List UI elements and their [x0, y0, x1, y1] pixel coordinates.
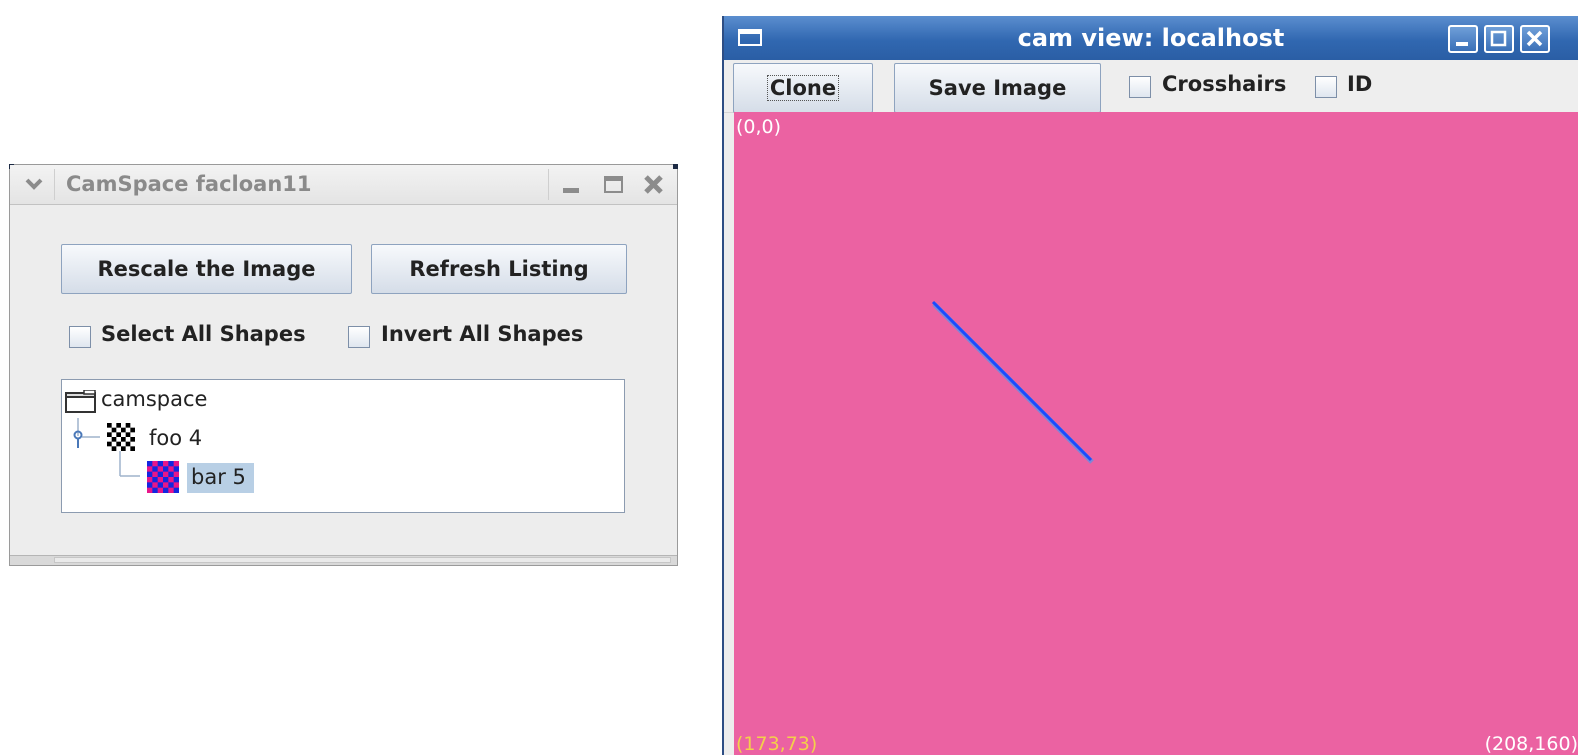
id-checkbox[interactable] — [1315, 76, 1337, 98]
close-icon[interactable] — [640, 172, 668, 198]
title-separator — [548, 169, 549, 200]
scrollbar-thumb[interactable] — [54, 557, 671, 563]
camspace-window: CamSpace facloan11 Rescale the Image Ref… — [9, 164, 678, 566]
clone-button[interactable]: Clone — [733, 63, 873, 113]
checker-black-icon — [107, 423, 135, 451]
camview-toolbar: Clone Save Image — [724, 60, 1578, 113]
title-separator — [54, 169, 55, 200]
camera-view-canvas[interactable]: (0,0) (173,73) (208,160) — [734, 112, 1578, 755]
select-all-shapes-checkbox[interactable] — [69, 326, 91, 348]
camview-window: cam view: localhost Clone Save Image Cro… — [722, 16, 1578, 755]
invert-all-shapes-checkbox[interactable] — [348, 326, 370, 348]
select-all-shapes-label: Select All Shapes — [101, 322, 306, 346]
horizontal-scrollbar[interactable] — [10, 555, 677, 565]
close-icon[interactable] — [1520, 25, 1550, 53]
invert-all-shapes-label: Invert All Shapes — [381, 322, 584, 346]
window-menu-chevron-icon[interactable] — [20, 173, 48, 195]
folder-icon — [65, 390, 96, 413]
coord-bottom-left: (173,73) — [736, 733, 818, 755]
coord-bottom-right: (208,160) — [1484, 733, 1578, 755]
shape-line — [931, 300, 1093, 462]
tree-node-camspace[interactable]: camspace — [101, 387, 207, 411]
tree-node-bar-selected[interactable]: bar 5 — [187, 463, 254, 493]
minimize-icon[interactable] — [558, 172, 586, 198]
tree-expander-icon[interactable] — [68, 425, 92, 449]
checker-red-blue-icon — [147, 461, 179, 493]
rescale-image-button[interactable]: Rescale the Image — [61, 244, 352, 294]
minimize-icon[interactable] — [1448, 25, 1478, 53]
camspace-title: CamSpace facloan11 — [66, 172, 312, 196]
camera-drawing — [931, 300, 1094, 464]
crosshairs-checkbox[interactable] — [1129, 76, 1151, 98]
shape-tree[interactable]: camspace foo 4 bar 5 — [61, 379, 625, 513]
clone-button-label: Clone — [766, 75, 840, 101]
save-image-button[interactable]: Save Image — [894, 63, 1101, 113]
refresh-listing-button[interactable]: Refresh Listing — [371, 244, 627, 294]
tree-node-foo[interactable]: foo 4 — [149, 426, 202, 450]
id-label: ID — [1347, 72, 1373, 96]
camview-titlebar[interactable]: cam view: localhost — [724, 16, 1578, 60]
coord-top-left: (0,0) — [736, 116, 782, 138]
maximize-icon[interactable] — [600, 172, 628, 198]
camspace-titlebar[interactable]: CamSpace facloan11 — [10, 165, 677, 205]
maximize-icon[interactable] — [1484, 25, 1514, 53]
crosshairs-label: Crosshairs — [1162, 72, 1287, 96]
